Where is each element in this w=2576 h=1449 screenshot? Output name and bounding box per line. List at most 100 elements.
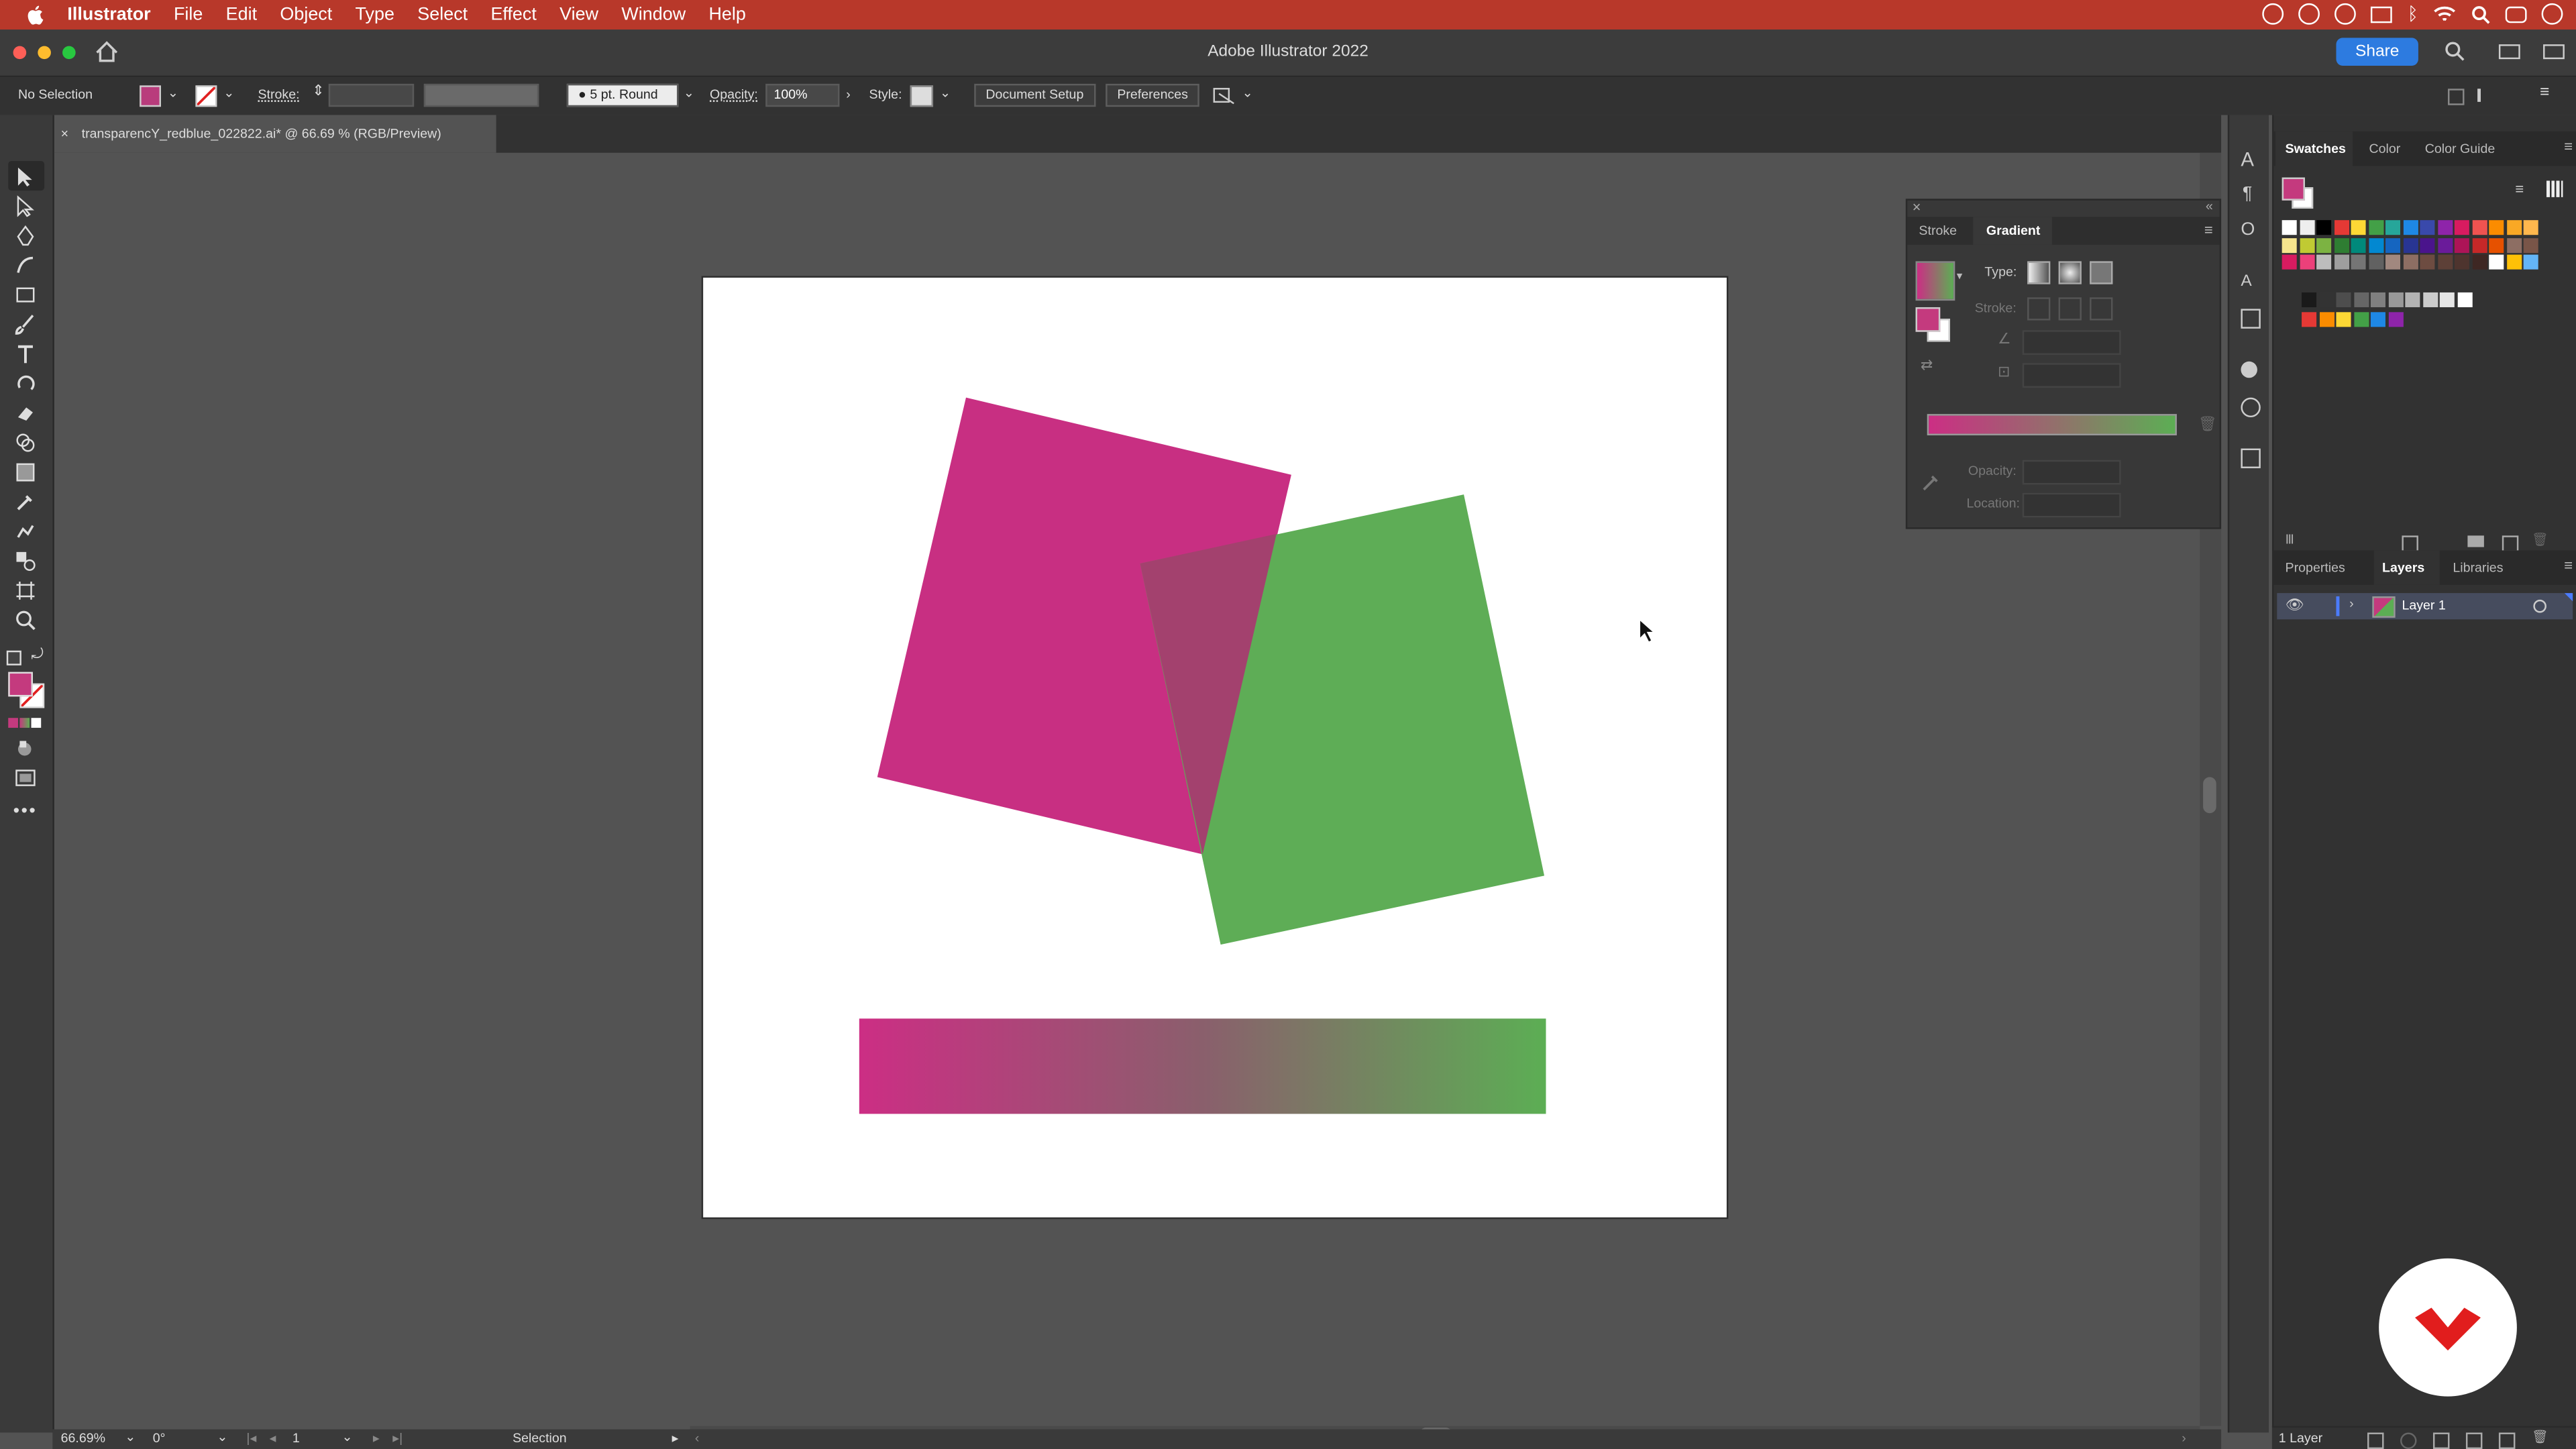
stroke-gradient-along-button[interactable]	[2058, 297, 2082, 321]
color-swatch[interactable]	[2299, 237, 2314, 252]
color-swatch[interactable]	[2489, 237, 2504, 252]
color-swatch[interactable]	[2368, 254, 2383, 270]
menu-edit[interactable]: Edit	[226, 5, 257, 24]
color-swatch[interactable]	[2437, 220, 2453, 235]
color-swatch[interactable]	[2437, 237, 2453, 252]
eraser-tool-icon[interactable]	[15, 402, 36, 424]
color-swatch[interactable]	[2506, 237, 2521, 252]
draw-mode-icon[interactable]	[15, 738, 36, 759]
stroke-color-swatch[interactable]	[195, 85, 217, 107]
zoom-level[interactable]: 66.69%	[61, 1431, 105, 1446]
color-swatch[interactable]	[2316, 220, 2332, 235]
status-menu-arrow-icon[interactable]: ▸	[672, 1431, 679, 1446]
tab-libraries[interactable]: Libraries	[2453, 560, 2503, 575]
rotation-dropdown-chevron-icon[interactable]: ⌄	[217, 1430, 227, 1444]
clock-icon[interactable]	[2541, 3, 2563, 25]
arrange-documents-icon[interactable]	[1212, 87, 1235, 105]
brush-definition-dropdown[interactable]: ● 5 pt. Round	[566, 83, 679, 107]
gradient-bar[interactable]	[859, 1018, 1546, 1114]
menu-select[interactable]: Select	[417, 5, 468, 24]
layer-name[interactable]: Layer 1	[2402, 598, 2445, 612]
gradient-fill-box[interactable]	[1915, 307, 1941, 332]
rectangle-tool-icon[interactable]	[15, 284, 36, 306]
color-swatch[interactable]	[2506, 220, 2521, 235]
stop-location-input[interactable]	[2022, 492, 2121, 518]
paragraph-panel-icon[interactable]: ¶	[2243, 184, 2253, 203]
grayscale-swatch[interactable]	[2405, 292, 2420, 307]
scroll-left-icon[interactable]: ‹	[695, 1431, 700, 1446]
color-swatch[interactable]	[2523, 237, 2538, 252]
graphic-style-swatch[interactable]	[910, 85, 934, 107]
menu-object[interactable]: Object	[280, 5, 332, 24]
color-swatch[interactable]	[2299, 254, 2314, 270]
color-swatch[interactable]	[2333, 220, 2349, 235]
align-to-icon[interactable]	[2448, 89, 2465, 105]
color-swatch[interactable]	[2351, 254, 2366, 270]
panel-collapse-icon[interactable]: «	[2206, 199, 2213, 213]
color-swatch[interactable]	[2351, 220, 2366, 235]
new-sublayer-icon[interactable]	[2465, 1432, 2483, 1449]
color-swatch[interactable]	[2454, 220, 2469, 235]
status-icon-app[interactable]	[2334, 3, 2357, 25]
character-panel-icon[interactable]: A	[2241, 148, 2254, 170]
type-tool-icon[interactable]	[15, 343, 36, 365]
none-mode-icon[interactable]	[31, 718, 42, 728]
aspect-ratio-input[interactable]	[2022, 363, 2121, 388]
gradient-slider[interactable]	[1927, 414, 2177, 435]
share-button[interactable]: Share	[2336, 38, 2418, 66]
color-swatch[interactable]	[2402, 254, 2418, 270]
artboard-dropdown-chevron-icon[interactable]: ⌄	[341, 1430, 352, 1444]
locate-object-icon[interactable]	[2400, 1432, 2417, 1449]
transparency-panel-icon[interactable]	[2241, 397, 2261, 418]
grayscale-swatch[interactable]	[2336, 292, 2351, 307]
color-swatch[interactable]	[2368, 237, 2383, 252]
direct-selection-tool-icon[interactable]	[15, 195, 36, 217]
grayscale-swatch[interactable]	[2422, 292, 2438, 307]
status-icon-sync[interactable]	[2299, 3, 2320, 25]
artboard[interactable]	[703, 277, 1727, 1218]
color-swatch[interactable]	[2402, 220, 2418, 235]
bright-swatch[interactable]	[2336, 312, 2351, 327]
fill-dropdown-chevron-icon[interactable]: ⌄	[168, 85, 178, 100]
paintbrush-tool-icon[interactable]	[15, 314, 36, 335]
bright-swatch[interactable]	[2353, 312, 2369, 327]
bright-swatch[interactable]	[2387, 312, 2403, 327]
layer-row[interactable]: 👁 › Layer 1	[2277, 593, 2573, 620]
clipping-mask-icon[interactable]	[2432, 1432, 2450, 1449]
menu-window[interactable]: Window	[621, 5, 686, 24]
workspace-switcher-icon[interactable]	[2498, 44, 2520, 60]
apple-icon[interactable]	[26, 5, 44, 25]
pathfinder-panel-icon[interactable]	[2241, 448, 2261, 468]
color-swatch[interactable]	[2299, 220, 2314, 235]
asset-export-panel-icon[interactable]	[2241, 309, 2261, 329]
menu-help[interactable]: Help	[708, 5, 745, 24]
vertical-scroll-thumb[interactable]	[2203, 777, 2216, 814]
control-center-icon[interactable]	[2505, 5, 2527, 23]
color-swatch[interactable]	[2282, 220, 2297, 235]
brush-dropdown-chevron-icon[interactable]: ⌄	[684, 85, 694, 100]
color-swatch[interactable]	[2282, 237, 2297, 252]
menu-view[interactable]: View	[559, 5, 598, 24]
bright-swatch[interactable]	[2318, 312, 2334, 327]
menu-app-name[interactable]: Illustrator	[67, 5, 150, 24]
spotlight-search-icon[interactable]	[2471, 4, 2490, 23]
status-icon-creative-cloud[interactable]	[2263, 3, 2285, 25]
list-view-icon[interactable]: ≡	[2515, 180, 2524, 197]
grayscale-swatch[interactable]	[2370, 292, 2385, 307]
gradient-eyedropper-icon[interactable]	[1922, 472, 1941, 491]
delete-stop-icon[interactable]: 🗑	[2198, 416, 2217, 434]
visibility-eye-icon[interactable]: 👁	[2286, 596, 2304, 614]
grayscale-swatch[interactable]	[2439, 292, 2455, 307]
color-swatch[interactable]	[2454, 254, 2469, 270]
first-artboard-icon[interactable]: |◂	[246, 1431, 256, 1446]
color-swatch[interactable]	[2471, 220, 2487, 235]
bluetooth-icon[interactable]: ᛒ	[2408, 4, 2418, 23]
panel-close-icon[interactable]: ×	[1913, 199, 1921, 215]
scroll-right-icon[interactable]: ›	[2182, 1431, 2186, 1446]
fill-color-swatch[interactable]	[140, 85, 162, 107]
close-tab-icon[interactable]: ×	[61, 127, 68, 142]
color-swatch[interactable]	[2420, 237, 2435, 252]
opacity-input[interactable]: 100%	[765, 83, 840, 107]
layers-panel-menu-icon[interactable]: ≡	[2564, 557, 2573, 573]
rotate-tool-icon[interactable]	[15, 373, 36, 394]
